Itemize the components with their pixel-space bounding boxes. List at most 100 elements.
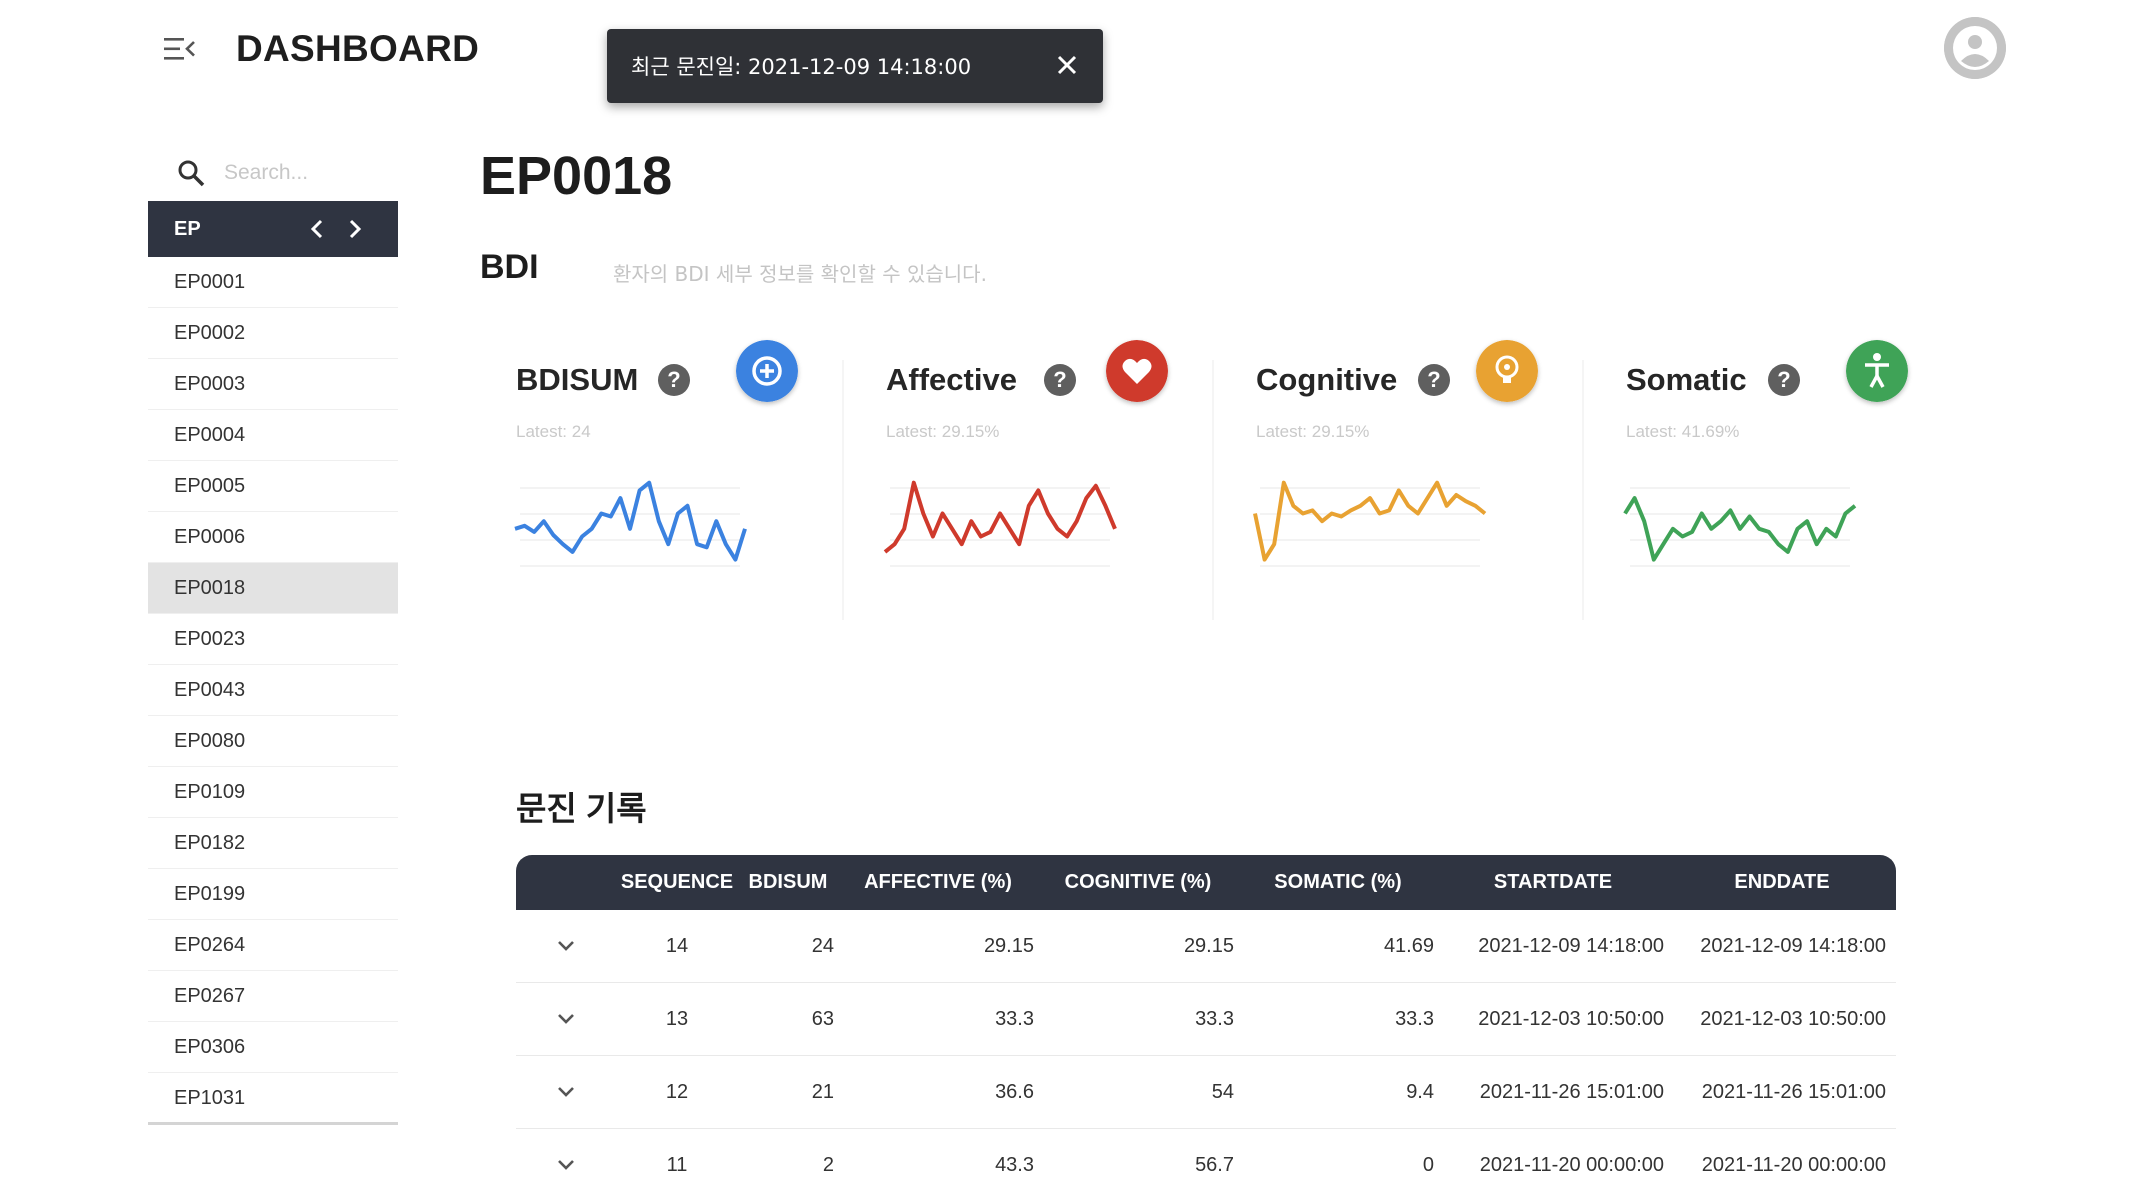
section-title: BDI [480,248,539,286]
cell-sequence: 13 [665,1007,689,1030]
column-header[interactable]: COGNITIVE (%) [1038,871,1238,894]
records-table: SEQUENCE BDISUM AFFECTIVE (%) COGNITIVE … [516,855,1896,1200]
sidebar-item-ep0109[interactable]: EP0109 [148,767,398,818]
chevron-right-icon[interactable] [342,217,366,241]
sidebar-item-ep0018[interactable]: EP0018 [148,563,398,614]
plus-circle-icon [736,340,798,402]
close-icon[interactable] [1053,51,1081,79]
sparkline-series [1623,496,1857,562]
table-row[interactable]: 14 24 29.15 29.15 41.69 2021-12-09 14:18:00 20… [516,910,1896,983]
bdisum-card: BDISUM ? Latest: 24 [480,340,810,640]
table-row[interactable]: 12 21 36.6 54 9.4 2021-11-26 15:01:00 2021-11-… [516,1056,1896,1129]
chevron-left-icon[interactable] [306,217,330,241]
cell-somatic: 0 [1422,1153,1434,1176]
sparkline-series [1253,480,1487,562]
lightbulb-icon [1476,340,1538,402]
expand-cell [516,1151,616,1179]
sidebar-item-ep0002[interactable]: EP0002 [148,308,398,359]
latest-value: Latest: 41.69% [1626,422,1740,441]
cell-cognitive: 56.7 [1195,1153,1234,1176]
latest-value: Latest: 29.15% [1256,422,1370,441]
heart-icon [1106,340,1168,402]
chevron-down-icon[interactable] [552,932,580,960]
section-description: 환자의 BDI 세부 정보를 확인할 수 있습니다. [613,262,987,286]
help-icon[interactable]: ? [1418,364,1450,396]
app-title: DASHBOARD [236,28,480,69]
help-icon[interactable]: ? [1768,364,1800,396]
cell-startdate: 2021-12-03 10:50:00 [1478,1007,1664,1030]
card-divider [1582,360,1584,620]
cell-affective: 29.15 [983,934,1034,957]
card-title: Somatic [1626,362,1747,397]
sidebar-item-ep1031[interactable]: EP1031 [148,1073,398,1124]
cell-startdate: 2021-12-09 14:18:00 [1478,934,1664,957]
column-header[interactable]: BDISUM [738,871,838,894]
list-divider [148,1122,398,1125]
sidebar-item-ep0080[interactable]: EP0080 [148,716,398,767]
cell-enddate: 2021-12-09 14:18:00 [1700,934,1886,957]
column-header[interactable]: AFFECTIVE (%) [838,871,1038,894]
search-icon [178,160,205,187]
card-divider [842,360,844,620]
sidebar-item-ep0264[interactable]: EP0264 [148,920,398,971]
column-header[interactable]: SOMATIC (%) [1238,871,1438,894]
chevron-down-icon[interactable] [552,1005,580,1033]
column-header[interactable]: STARTDATE [1438,871,1668,894]
sidebar-item-ep0306[interactable]: EP0306 [148,1022,398,1073]
sidebar-item-ep0182[interactable]: EP0182 [148,818,398,869]
cell-cognitive: 33.3 [1195,1007,1234,1030]
notification-toast: 최근 문진일: 2021-12-09 14:18:00 [607,29,1103,103]
sidebar-item-ep0005[interactable]: EP0005 [148,461,398,512]
expand-cell [516,1005,616,1033]
bdisum-sparkline [514,480,747,567]
cell-somatic: 9.4 [1406,1080,1434,1103]
card-divider [1212,360,1214,620]
sparkline-series [883,480,1117,554]
help-icon[interactable]: ? [658,364,690,396]
cell-startdate: 2021-11-26 15:01:00 [1479,1080,1664,1103]
search-input[interactable] [224,161,394,185]
sidebar-item-ep0004[interactable]: EP0004 [148,410,398,461]
sidebar-item-ep0199[interactable]: EP0199 [148,869,398,920]
cell-bdisum: 24 [811,934,834,957]
expand-cell [516,1078,616,1106]
page-title: EP0018 [480,146,673,206]
column-header[interactable]: ENDDATE [1668,871,1896,894]
ep-group-header: EP [148,201,398,257]
help-icon[interactable]: ? [1044,364,1076,396]
user-icon [1944,17,2006,79]
cognitive-sparkline [1253,480,1487,567]
table-row[interactable]: 11 2 43.3 56.7 0 2021-11-20 00:00:00 2021-11-2… [516,1129,1896,1200]
sidebar-item-ep0043[interactable]: EP0043 [148,665,398,716]
sidebar-item-ep0267[interactable]: EP0267 [148,971,398,1022]
cell-sequence: 12 [665,1080,689,1103]
somatic-card: Somatic ? Latest: 41.69% [1590,340,1920,640]
cell-sequence: 11 [666,1153,688,1176]
cell-cognitive: 29.15 [1183,934,1234,957]
cell-affective: 33.3 [995,1007,1034,1030]
ep-group-label: EP [174,217,201,240]
sparkline-series [514,480,747,562]
cell-affective: 36.6 [995,1080,1034,1103]
sidebar-item-ep0006[interactable]: EP0006 [148,512,398,563]
chevron-down-icon[interactable] [552,1078,580,1106]
cell-bdisum: 63 [811,1007,834,1030]
table-body: 14 24 29.15 29.15 41.69 2021-12-09 14:18:00 20… [516,910,1896,1200]
cell-startdate: 2021-11-20 00:00:00 [1479,1153,1664,1176]
search-box [148,148,398,198]
sidebar-item-ep0023[interactable]: EP0023 [148,614,398,665]
card-title: Cognitive [1256,362,1398,397]
cell-somatic: 41.69 [1383,934,1434,957]
toast-message: 최근 문진일: 2021-12-09 14:18:00 [631,55,972,79]
cell-enddate: 2021-11-26 15:01:00 [1701,1080,1886,1103]
accessibility-icon [1846,340,1908,402]
cell-enddate: 2021-12-03 10:50:00 [1700,1007,1886,1030]
table-row[interactable]: 13 63 33.3 33.3 33.3 2021-12-03 10:50:00 2021-… [516,983,1896,1056]
cell-bdisum: 21 [811,1080,834,1103]
column-header[interactable]: SEQUENCE [616,871,738,894]
sidebar-item-ep0003[interactable]: EP0003 [148,359,398,410]
menu-collapse-icon[interactable] [164,36,196,62]
sidebar-item-ep0001[interactable]: EP0001 [148,257,398,308]
chevron-down-icon[interactable] [552,1151,580,1179]
user-avatar[interactable] [1944,17,2006,79]
